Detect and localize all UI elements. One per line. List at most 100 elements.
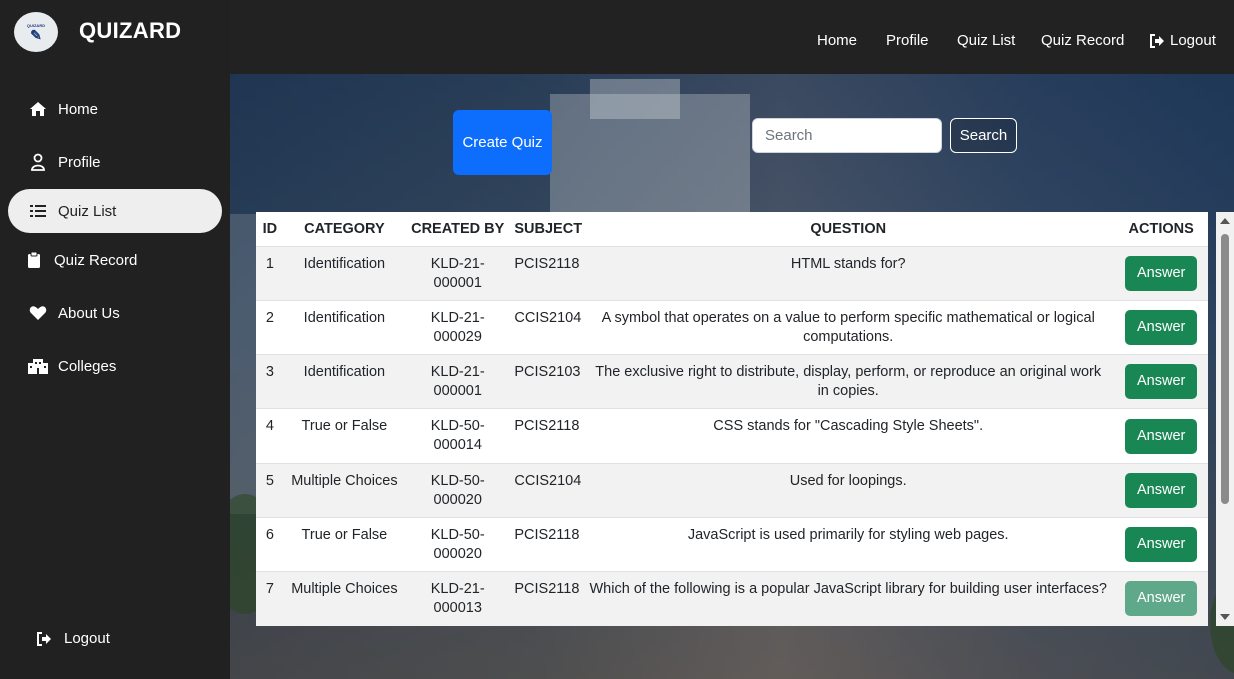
sidebar-item-quiz-list[interactable]: Quiz List bbox=[8, 189, 222, 233]
sidebar-item-label: Quiz List bbox=[58, 202, 117, 220]
logout-icon bbox=[1149, 33, 1165, 48]
answer-button[interactable]: Answer bbox=[1125, 364, 1198, 400]
scroll-up-icon[interactable] bbox=[1220, 218, 1230, 224]
cell-id: 2 bbox=[256, 300, 284, 356]
cell-id: 4 bbox=[256, 408, 284, 464]
cell-subject: PCIS2118 bbox=[510, 246, 583, 301]
sidebar-item-label: Profile bbox=[58, 153, 101, 171]
sidebar-item-home[interactable]: Home bbox=[0, 87, 230, 131]
nav-link-quiz-record[interactable]: Quiz Record bbox=[1041, 32, 1124, 49]
answer-button[interactable]: Answer bbox=[1125, 255, 1198, 291]
table-row: 5 Multiple Choices KLD-50-000020 CCIS2104 Us… bbox=[256, 463, 1208, 518]
table-header-row: ID CATEGORY CREATED BY SUBJECT QUESTION … bbox=[256, 212, 1208, 247]
cell-created-by: KLD-50-000014 bbox=[405, 408, 511, 464]
home-icon bbox=[28, 101, 48, 117]
cell-question: A symbol that operates on a value to per… bbox=[582, 300, 1115, 356]
sidebar-logout-label: Logout bbox=[64, 630, 110, 647]
cell-category: True or False bbox=[283, 517, 406, 573]
cell-subject: PCIS2118 bbox=[510, 571, 583, 626]
cell-id: 3 bbox=[256, 354, 284, 410]
list-icon bbox=[28, 204, 48, 218]
quizard-logo: QUIZARD ✎ bbox=[14, 12, 58, 52]
scrollbar-thumb[interactable] bbox=[1221, 234, 1229, 504]
header-subject: SUBJECT bbox=[510, 212, 583, 247]
sidebar-logout-button[interactable]: Logout bbox=[36, 630, 110, 647]
cell-created-by: KLD-50-000020 bbox=[405, 517, 511, 573]
answer-button[interactable]: Answer bbox=[1125, 581, 1198, 617]
sidebar-item-label: Quiz Record bbox=[54, 251, 138, 269]
sidebar-item-label: Colleges bbox=[58, 357, 117, 375]
table-row: 2 Identification KLD-21-000029 CCIS2104 A sy… bbox=[256, 300, 1208, 356]
nav-link-quiz-list[interactable]: Quiz List bbox=[957, 32, 1015, 49]
search-button[interactable]: Search bbox=[950, 118, 1017, 153]
cell-actions: Answer bbox=[1114, 463, 1208, 518]
cell-subject: PCIS2118 bbox=[510, 517, 583, 573]
clipboard-icon bbox=[24, 251, 44, 269]
header-id: ID bbox=[256, 212, 284, 247]
nav-link-profile[interactable]: Profile bbox=[886, 32, 929, 49]
cell-id: 1 bbox=[256, 246, 284, 301]
cell-created-by: KLD-50-000020 bbox=[405, 463, 511, 518]
sidebar-item-label: About Us bbox=[58, 304, 120, 322]
cell-actions: Answer bbox=[1114, 571, 1208, 626]
answer-button[interactable]: Answer bbox=[1125, 527, 1198, 563]
cell-subject: CCIS2104 bbox=[510, 300, 583, 356]
cell-category: True or False bbox=[283, 408, 406, 464]
quiz-table-container: ID CATEGORY CREATED BY SUBJECT QUESTION … bbox=[256, 212, 1208, 626]
table-row: 6 True or False KLD-50-000020 PCIS2118 JavaS… bbox=[256, 517, 1208, 573]
cell-question: CSS stands for "Cascading Style Sheets". bbox=[582, 408, 1115, 464]
cell-question: HTML stands for? bbox=[582, 246, 1115, 301]
sidebar-item-colleges[interactable]: Colleges bbox=[0, 344, 230, 388]
cell-question: JavaScript is used primarily for styling… bbox=[582, 517, 1115, 573]
cell-category: Identification bbox=[283, 354, 406, 410]
nav-logout-link[interactable]: Logout bbox=[1149, 32, 1216, 49]
header-category: CATEGORY bbox=[283, 212, 406, 247]
sidebar-item-quiz-record[interactable]: Quiz Record bbox=[0, 238, 230, 282]
cell-created-by: KLD-21-000013 bbox=[405, 571, 511, 626]
table-scrollbar[interactable] bbox=[1216, 212, 1234, 626]
answer-button[interactable]: Answer bbox=[1125, 309, 1198, 345]
cell-created-by: KLD-21-000029 bbox=[405, 300, 511, 356]
cell-id: 5 bbox=[256, 463, 284, 518]
nav-logout-label: Logout bbox=[1170, 32, 1216, 49]
cell-id: 6 bbox=[256, 517, 284, 573]
table-row: 4 True or False KLD-50-000014 PCIS2118 CSS s… bbox=[256, 408, 1208, 464]
cell-category: Identification bbox=[283, 300, 406, 356]
nav-link-home[interactable]: Home bbox=[817, 32, 857, 49]
cell-actions: Answer bbox=[1114, 246, 1208, 301]
sidebar: QUIZARD ✎ QUIZARD Home Profile Quiz List … bbox=[0, 0, 230, 679]
cell-actions: Answer bbox=[1114, 517, 1208, 573]
cell-created-by: KLD-21-000001 bbox=[405, 246, 511, 301]
scroll-down-icon[interactable] bbox=[1220, 614, 1230, 620]
brand-title: QUIZARD bbox=[79, 18, 182, 43]
table-row: 3 Identification KLD-21-000001 PCIS2103 The … bbox=[256, 354, 1208, 410]
cell-question: Used for loopings. bbox=[582, 463, 1115, 518]
table-row: 1 Identification KLD-21-000001 PCIS2118 HTML… bbox=[256, 246, 1208, 301]
header-question: QUESTION bbox=[582, 212, 1115, 247]
answer-button[interactable]: Answer bbox=[1125, 418, 1198, 454]
heart-icon bbox=[28, 305, 48, 321]
table-row: 7 Multiple Choices KLD-21-000013 PCIS2118 Wh… bbox=[256, 571, 1208, 626]
answer-button[interactable]: Answer bbox=[1125, 472, 1198, 508]
building-icon bbox=[28, 358, 48, 374]
cell-actions: Answer bbox=[1114, 300, 1208, 356]
create-quiz-button[interactable]: Create Quiz bbox=[453, 110, 552, 175]
cell-category: Identification bbox=[283, 246, 406, 301]
search-input[interactable] bbox=[752, 118, 942, 153]
cell-subject: PCIS2103 bbox=[510, 354, 583, 410]
top-navbar: Home Profile Quiz List Quiz Record Logou… bbox=[230, 0, 1234, 74]
cell-id: 7 bbox=[256, 571, 284, 626]
cell-actions: Answer bbox=[1114, 408, 1208, 464]
sidebar-item-label: Home bbox=[58, 100, 99, 118]
cell-actions: Answer bbox=[1114, 354, 1208, 410]
sidebar-item-about-us[interactable]: About Us bbox=[0, 291, 230, 335]
cell-question: Which of the following is a popular Java… bbox=[582, 571, 1115, 626]
cell-subject: PCIS2118 bbox=[510, 408, 583, 464]
cell-subject: CCIS2104 bbox=[510, 463, 583, 518]
cell-created-by: KLD-21-000001 bbox=[405, 354, 511, 410]
header-actions: ACTIONS bbox=[1114, 212, 1208, 247]
user-icon bbox=[28, 153, 48, 171]
sidebar-item-profile[interactable]: Profile bbox=[0, 140, 230, 184]
cell-category: Multiple Choices bbox=[283, 463, 406, 518]
quiz-table: ID CATEGORY CREATED BY SUBJECT QUESTION … bbox=[256, 212, 1208, 626]
